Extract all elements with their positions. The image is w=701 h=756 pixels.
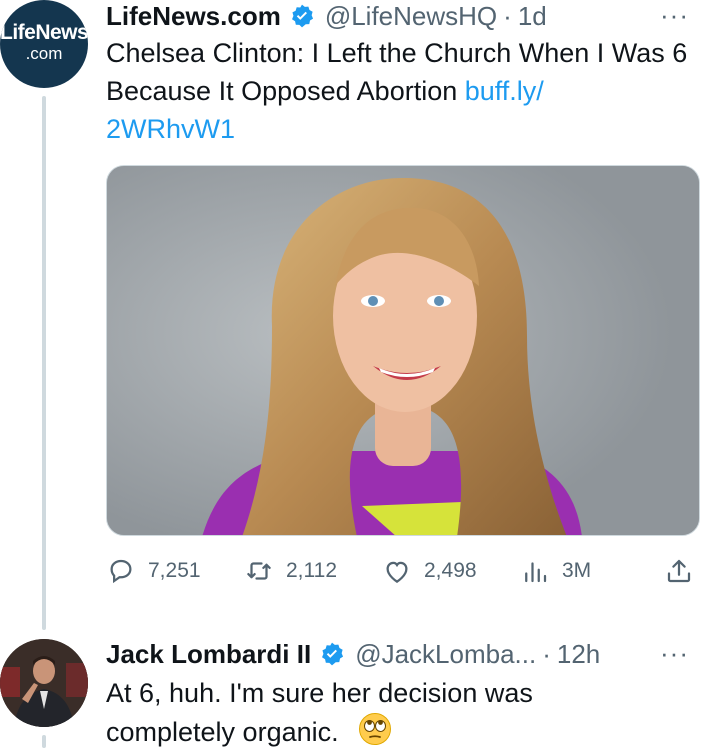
thread-line-upper <box>42 96 46 630</box>
retweet-icon <box>247 562 271 580</box>
more-icon[interactable]: ··· <box>660 638 689 669</box>
retweet-button[interactable]: 2,112 <box>244 556 337 586</box>
reply-button[interactable]: 7,251 <box>106 556 201 586</box>
reply-count: 7,251 <box>148 559 201 582</box>
tweet-header: LifeNews.com @LifeNewsHQ · 1d <box>106 0 547 32</box>
avatar-logo-text: LifeNews <box>0 21 88 44</box>
more-icon[interactable]: ··· <box>660 0 689 31</box>
tweet-timestamp[interactable]: 1d <box>518 1 547 32</box>
share-button[interactable] <box>664 556 701 586</box>
reply-body: At 6, huh. I'm sure her decision was com… <box>106 678 533 748</box>
avatar-logo-subtext: .com <box>25 44 63 63</box>
views-count: 3M <box>562 559 592 582</box>
like-icon <box>386 561 408 583</box>
rolling-eyes-emoji-icon <box>358 712 392 756</box>
reply-header-separator: · <box>542 638 551 669</box>
reply-author-name[interactable]: Jack Lombardi II <box>106 639 311 670</box>
jack-lombardi-avatar[interactable] <box>0 639 88 727</box>
thread-line-lower <box>42 735 46 748</box>
author-name[interactable]: LifeNews.com <box>106 1 281 32</box>
views-button[interactable]: 3M <box>520 556 591 586</box>
avatar-photo <box>0 639 88 727</box>
views-icon <box>525 562 547 583</box>
reply-header: Jack Lombardi II @JackLomba... · 12h <box>106 638 600 670</box>
tweet-actions: 7,251 2,112 2,498 3M <box>106 556 700 588</box>
tweet-text: Chelsea Clinton: I Left the Church When … <box>106 34 696 148</box>
retweet-count: 2,112 <box>286 559 337 582</box>
like-button[interactable]: 2,498 <box>382 556 477 586</box>
share-icon <box>667 559 691 583</box>
reply-author-handle[interactable]: @JackLomba... <box>355 639 536 670</box>
reply-icon <box>110 559 132 584</box>
header-separator: · <box>503 0 512 31</box>
reply-text: At 6, huh. I'm sure her decision was com… <box>106 674 666 756</box>
tweet-link-part2[interactable]: 2WRhvW1 <box>106 114 235 144</box>
tweet-body: Chelsea Clinton: I Left the Church When … <box>106 38 688 106</box>
author-handle[interactable]: @LifeNewsHQ <box>325 1 497 32</box>
lifenews-avatar[interactable]: LifeNews .com <box>0 0 88 88</box>
like-count: 2,498 <box>424 559 477 582</box>
tweet-photo[interactable] <box>106 165 700 536</box>
portrait-image <box>107 166 699 535</box>
verified-badge-icon <box>319 641 345 667</box>
verified-badge-icon <box>289 3 315 29</box>
reply-timestamp[interactable]: 12h <box>557 639 600 670</box>
tweet-link-part1[interactable]: buff.ly/ <box>465 76 544 106</box>
